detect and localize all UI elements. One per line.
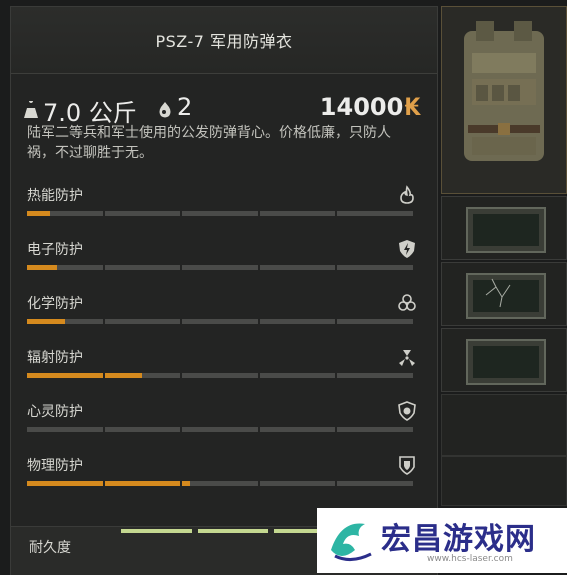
empty-slot — [441, 394, 567, 456]
protection-bar-segment — [104, 481, 181, 486]
protection-bar-segment — [259, 427, 336, 432]
biohazard-icon — [398, 294, 416, 311]
protection-label: 化学防护 — [27, 296, 83, 312]
watermark: 宏昌游戏网 www.hcs-laser.com — [317, 508, 567, 573]
protection-bar-segment — [27, 481, 103, 486]
protection-bar-segment — [182, 427, 258, 432]
armor-shield-icon — [399, 456, 415, 475]
body-armor-image — [464, 21, 544, 161]
protection-bar — [27, 427, 413, 432]
currency-icon: ₭ — [404, 93, 421, 121]
protection-bar-segment — [104, 319, 181, 324]
weight-icon — [24, 101, 38, 118]
container-slots-value: 2 — [177, 93, 193, 121]
item-stats-row: 7.0 公斤 2 14000₭ — [23, 93, 421, 127]
protection-thermal: 热能防护 — [25, 185, 417, 231]
protection-bar-segment — [259, 265, 336, 270]
protection-bar — [27, 265, 413, 270]
protection-bar-segment — [27, 373, 103, 378]
container-slot-icon — [159, 102, 171, 118]
protection-bar-segment — [337, 265, 413, 270]
protection-bar-fill — [104, 481, 181, 486]
electric-shield-icon — [399, 240, 415, 258]
protection-bar-fill — [27, 319, 65, 324]
protection-physical: 物理防护 — [25, 455, 417, 501]
protection-bar-fill — [104, 373, 143, 378]
protection-radiation: 辐射防护 — [25, 347, 417, 393]
watermark-text: 宏昌游戏网 — [381, 522, 536, 557]
dragon-logo-icon — [331, 523, 372, 561]
protection-bar-segment — [337, 319, 413, 324]
protection-label: 物理防护 — [27, 458, 83, 474]
armor-plate-icon — [466, 339, 546, 385]
protection-bar-segment — [259, 481, 336, 486]
protection-bar-segment — [182, 373, 258, 378]
protection-bar-segment — [27, 319, 103, 324]
protection-bar-segment — [259, 319, 336, 324]
protection-electric: 电子防护 — [25, 239, 417, 285]
protection-bar-fill — [27, 265, 58, 270]
protection-bar-segment — [182, 481, 258, 486]
protection-label: 心灵防护 — [27, 404, 83, 420]
protection-bar-fill — [27, 481, 103, 486]
protection-bar-segment — [27, 211, 103, 216]
protection-bar-fill — [182, 481, 190, 486]
protection-bar-segment — [182, 265, 258, 270]
empty-slot — [441, 456, 567, 506]
protection-bar-segment — [27, 427, 103, 432]
armor-plate-icon — [466, 207, 546, 253]
psy-shield-icon — [398, 401, 416, 421]
protection-bar-segment — [27, 265, 103, 270]
armor-plate-slot-3[interactable] — [441, 328, 567, 392]
protection-bar-segment — [337, 481, 413, 486]
protection-bar-segment — [104, 265, 181, 270]
armor-plate-slot-1[interactable] — [441, 196, 567, 260]
protection-psy: 心灵防护 — [25, 401, 417, 447]
title-bar: PSZ-7 军用防弹衣 — [11, 7, 437, 74]
durability-label: 耐久度 — [29, 540, 71, 556]
protection-bar-segment — [182, 319, 258, 324]
cracked-armor-plate-icon — [466, 273, 546, 319]
price-value: 14000₭ — [319, 93, 421, 121]
watermark-url: www.hcs-laser.com — [427, 554, 513, 564]
protection-bar-segment — [259, 211, 336, 216]
item-title: PSZ-7 军用防弹衣 — [155, 32, 293, 51]
protection-bar — [27, 211, 413, 216]
protection-label: 电子防护 — [27, 242, 83, 258]
protection-bar-segment — [104, 373, 181, 378]
radiation-icon — [399, 350, 415, 366]
protection-bar-segment — [259, 373, 336, 378]
flame-icon — [400, 185, 414, 204]
protection-bar-fill — [27, 211, 50, 216]
protection-bar-segment — [337, 211, 413, 216]
protection-bar-segment — [337, 427, 413, 432]
protection-chemical: 化学防护 — [25, 293, 417, 339]
item-description: 陆军二等兵和军士使用的公发防弹背心。价格低廉，只防人祸，不过聊胜于无。 — [27, 125, 391, 161]
protection-bar — [27, 373, 413, 378]
protection-bar — [27, 481, 413, 486]
protection-label: 热能防护 — [27, 188, 83, 204]
item-info-panel: PSZ-7 军用防弹衣 7.0 公斤 2 14000₭ 陆军二等兵和军士使用的公… — [10, 6, 438, 575]
protection-bar-segment — [337, 373, 413, 378]
protection-bar-segment — [182, 211, 258, 216]
protection-bar — [27, 319, 413, 324]
protection-bar-fill — [27, 373, 103, 378]
protection-label: 辐射防护 — [27, 350, 83, 366]
item-image-slot[interactable] — [441, 6, 567, 194]
protection-bar-segment — [104, 211, 181, 216]
protection-bar-segment — [104, 427, 181, 432]
armor-plate-slot-2[interactable] — [441, 262, 567, 326]
